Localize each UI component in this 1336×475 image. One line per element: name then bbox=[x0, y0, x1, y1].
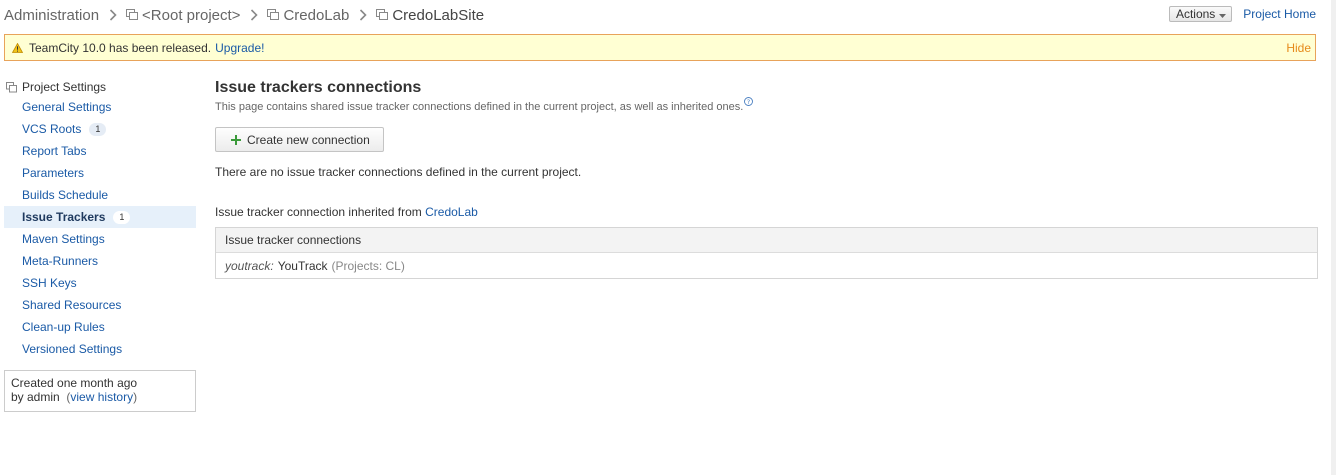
release-notification-banner: TeamCity 10.0 has been released. Upgrade… bbox=[4, 34, 1316, 61]
sidebar-item-clean-up-rules[interactable]: Clean-up Rules bbox=[4, 316, 196, 338]
sidebar-item-parameters[interactable]: Parameters bbox=[4, 162, 196, 184]
create-new-connection-button[interactable]: Create new connection bbox=[215, 127, 384, 152]
sidebar-item-versioned-settings[interactable]: Versioned Settings bbox=[4, 338, 196, 360]
sidebar-item-label: Maven Settings bbox=[22, 232, 105, 246]
hide-banner-link[interactable]: Hide bbox=[1286, 41, 1311, 55]
sidebar-item-label: Shared Resources bbox=[22, 298, 122, 312]
sidebar-item-label: Parameters bbox=[22, 166, 85, 180]
project-settings-sidebar: Project Settings General Settings VCS Ro… bbox=[4, 78, 196, 412]
sidebar-title-label: Project Settings bbox=[22, 80, 107, 94]
breadcrumb: Administration <Root project> CredoLab C… bbox=[4, 5, 484, 25]
table-header: Issue tracker connections bbox=[216, 228, 1317, 253]
created-by-line: by admin (view history) bbox=[11, 390, 138, 404]
inherited-project-link[interactable]: CredoLab bbox=[425, 205, 478, 219]
inherited-prefix: Issue tracker connection inherited from bbox=[215, 205, 422, 219]
connection-name: YouTrack bbox=[277, 258, 328, 273]
actions-label: Actions bbox=[1175, 7, 1216, 21]
created-date-text: Created one month ago bbox=[11, 376, 138, 390]
count-badge: 1 bbox=[89, 122, 107, 136]
sidebar-item-ssh-keys[interactable]: SSH Keys bbox=[4, 272, 196, 294]
help-icon[interactable]: ? bbox=[744, 97, 754, 106]
warning-icon bbox=[12, 42, 23, 53]
sidebar-item-report-tabs[interactable]: Report Tabs bbox=[4, 140, 196, 162]
chevron-right-icon bbox=[250, 9, 259, 21]
view-history-link[interactable]: view history bbox=[70, 390, 133, 404]
sidebar-item-shared-resources[interactable]: Shared Resources bbox=[4, 294, 196, 316]
create-new-connection-label: Create new connection bbox=[247, 132, 370, 147]
breadcrumb-root-project[interactable]: <Root project> bbox=[142, 7, 240, 24]
created-by-text: by admin bbox=[11, 390, 60, 404]
plus-icon bbox=[231, 134, 241, 145]
chevron-right-icon bbox=[359, 9, 367, 21]
issue-tracker-connections-table: Issue tracker connections youtrack: YouT… bbox=[215, 227, 1318, 279]
breadcrumb-administration[interactable]: Administration bbox=[4, 7, 99, 24]
sidebar-title: Project Settings bbox=[4, 78, 196, 96]
project-icon bbox=[6, 81, 18, 93]
upgrade-link[interactable]: Upgrade! bbox=[215, 41, 264, 55]
page-title: Issue trackers connections bbox=[215, 79, 422, 96]
breadcrumb-credolab[interactable]: CredoLab bbox=[283, 7, 349, 24]
sidebar-item-label: Versioned Settings bbox=[22, 342, 123, 356]
sidebar-item-general-settings[interactable]: General Settings bbox=[4, 96, 196, 118]
header-actions: Actions Project Home bbox=[1168, 6, 1316, 22]
page-description-text: This page contains shared issue tracker … bbox=[215, 101, 744, 113]
sidebar-item-label: Builds Schedule bbox=[22, 188, 109, 202]
connection-type: youtrack: bbox=[225, 258, 274, 273]
project-home-link[interactable]: Project Home bbox=[1243, 7, 1316, 21]
sidebar-item-label: Clean-up Rules bbox=[22, 320, 105, 334]
project-icon bbox=[267, 9, 280, 21]
sidebar-item-maven-settings[interactable]: Maven Settings bbox=[4, 228, 196, 250]
inherited-from-text: Issue tracker connection inherited from … bbox=[215, 205, 1318, 219]
breadcrumb-credolabsite: CredoLabSite bbox=[392, 6, 485, 24]
no-connections-message: There are no issue tracker connections d… bbox=[215, 165, 582, 179]
sidebar-item-issue-trackers[interactable]: Issue Trackers 1 bbox=[4, 206, 196, 228]
sidebar-item-label: SSH Keys bbox=[22, 276, 77, 290]
sidebar-item-label: Meta-Runners bbox=[22, 254, 99, 268]
table-row: youtrack: YouTrack (Projects: CL) bbox=[216, 253, 1317, 278]
sidebar-item-builds-schedule[interactable]: Builds Schedule bbox=[4, 184, 196, 206]
caret-down-icon bbox=[1219, 7, 1227, 21]
connection-projects: (Projects: CL) bbox=[331, 258, 405, 273]
svg-text:?: ? bbox=[747, 98, 750, 106]
page-scrollbar[interactable] bbox=[1331, 0, 1336, 475]
sidebar-item-vcs-roots[interactable]: VCS Roots 1 bbox=[4, 118, 196, 140]
sidebar-item-label: Issue Trackers bbox=[22, 210, 106, 224]
project-icon bbox=[126, 9, 139, 21]
project-icon bbox=[376, 9, 389, 21]
chevron-right-icon bbox=[109, 9, 117, 21]
banner-message: TeamCity 10.0 has been released. bbox=[29, 40, 212, 55]
page-description: This page contains shared issue tracker … bbox=[215, 97, 1318, 113]
sidebar-item-label: Report Tabs bbox=[22, 144, 87, 158]
sidebar-item-meta-runners[interactable]: Meta-Runners bbox=[4, 250, 196, 272]
main-content: Issue trackers connections This page con… bbox=[215, 78, 1318, 279]
created-info-box: Created one month ago by admin (view his… bbox=[4, 370, 196, 412]
sidebar-item-label: VCS Roots bbox=[22, 122, 82, 136]
sidebar-item-label: General Settings bbox=[22, 100, 112, 114]
actions-dropdown-button[interactable]: Actions bbox=[1168, 6, 1233, 22]
count-badge: 1 bbox=[113, 210, 131, 224]
